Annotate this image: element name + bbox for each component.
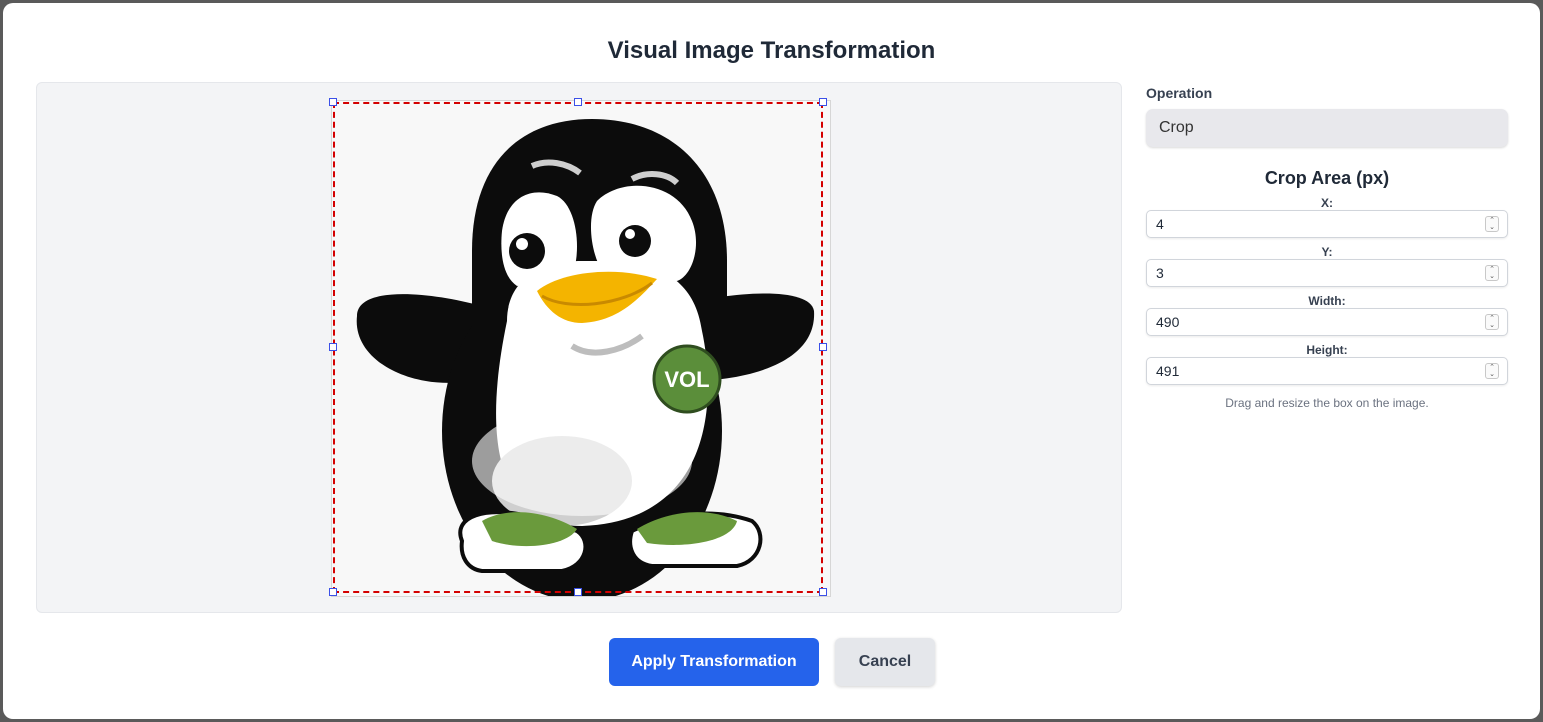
y-label: Y: (1321, 245, 1333, 259)
crop-handle-bottom-center[interactable] (574, 588, 582, 596)
crop-handle-middle-left[interactable] (329, 343, 337, 351)
crop-handle-top-left[interactable] (329, 98, 337, 106)
cancel-button[interactable]: Cancel (835, 638, 935, 686)
y-spinner-icon[interactable]: ⌃ ⌄ (1485, 265, 1499, 281)
y-input[interactable]: 3 ⌃ ⌄ (1146, 259, 1508, 287)
crop-handle-middle-right[interactable] (819, 343, 827, 351)
dialog-title: Visual Image Transformation (607, 37, 936, 64)
crop-handle-bottom-left[interactable] (329, 588, 337, 596)
y-input-value: 3 (1156, 265, 1164, 281)
width-input-value: 490 (1156, 314, 1180, 330)
x-input-value: 4 (1156, 216, 1164, 232)
crop-handle-top-center[interactable] (574, 98, 582, 106)
crop-handle-bottom-right[interactable] (819, 588, 827, 596)
apply-transformation-button[interactable]: Apply Transformation (609, 638, 819, 686)
height-input-value: 491 (1156, 363, 1180, 379)
crop-selection-box[interactable] (333, 102, 823, 593)
width-input[interactable]: 490 ⌃ ⌄ (1146, 308, 1508, 336)
height-label: Height: (1306, 343, 1348, 357)
width-spinner-icon[interactable]: ⌃ ⌄ (1485, 314, 1499, 330)
height-input[interactable]: 491 ⌃ ⌄ (1146, 357, 1508, 385)
settings-panel: Operation Crop Crop Area (px) X: 4 ⌃ ⌄ Y:… (1146, 83, 1508, 410)
operation-label: Operation (1146, 85, 1213, 101)
crop-hint: Drag and resize the box on the image. (1225, 396, 1429, 410)
x-label: X: (1321, 196, 1333, 210)
x-input[interactable]: 4 ⌃ ⌄ (1146, 210, 1508, 238)
x-spinner-icon[interactable]: ⌃ ⌄ (1485, 216, 1499, 232)
width-label: Width: (1308, 294, 1346, 308)
operation-select[interactable]: Crop (1146, 109, 1508, 147)
height-spinner-icon[interactable]: ⌃ ⌄ (1485, 363, 1499, 379)
crop-handle-top-right[interactable] (819, 98, 827, 106)
image-canvas: VOL (36, 82, 1122, 613)
transformation-dialog: Visual Image Transformation VOL Operatio… (3, 3, 1540, 719)
crop-area-heading: Crop Area (px) (1264, 168, 1390, 188)
